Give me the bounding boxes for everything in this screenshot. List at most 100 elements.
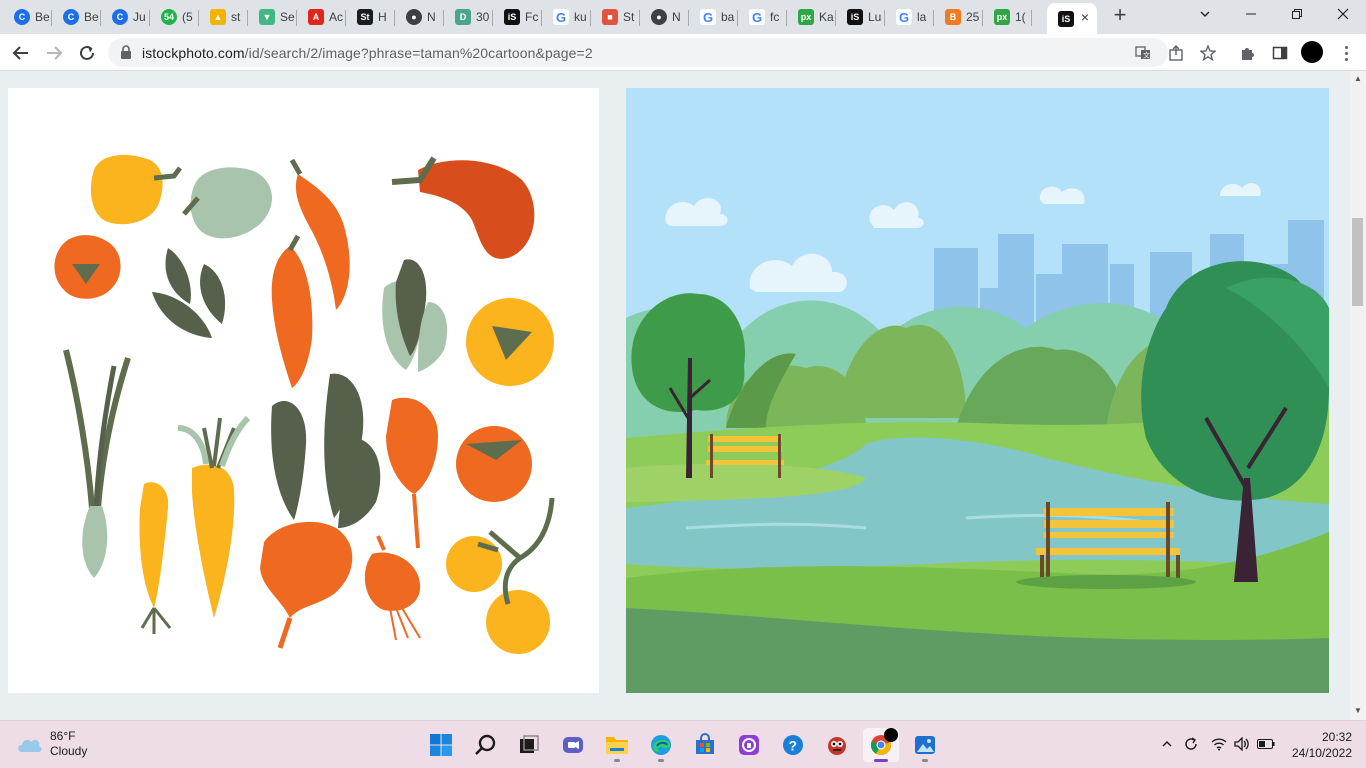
bookmark-star-button[interactable]	[1198, 43, 1218, 63]
pixabay-icon: px	[798, 9, 814, 25]
shutterstock-icon: St	[357, 9, 373, 25]
tab-8[interactable]: ● N	[395, 3, 444, 31]
tab-title: Ac	[329, 10, 344, 24]
canva-icon: C	[63, 9, 79, 25]
vegetables-image	[54, 154, 555, 654]
weather-widget[interactable]: 86°F Cloudy	[16, 729, 87, 759]
forward-button[interactable]	[42, 41, 66, 65]
tab-title: Se	[280, 10, 295, 24]
taskbar-photos[interactable]	[907, 728, 943, 762]
vertical-scrollbar[interactable]	[1350, 71, 1366, 720]
scroll-down-icon[interactable]: ▼	[1353, 706, 1363, 716]
vue-icon: ▼	[259, 9, 275, 25]
share-button[interactable]	[1166, 43, 1186, 63]
side-panel-icon	[1272, 46, 1288, 60]
close-tab-icon[interactable]: ×	[1081, 9, 1089, 25]
url-text[interactable]: istockphoto.com/id/search/2/image?phrase…	[142, 45, 593, 61]
address-bar[interactable]: istockphoto.com/id/search/2/image?phrase…	[108, 38, 1168, 67]
tab-4[interactable]: ▲ st	[199, 3, 248, 31]
tab-title: ku	[574, 10, 587, 24]
profile-avatar[interactable]	[1301, 41, 1323, 63]
minimize-button[interactable]	[1228, 0, 1274, 30]
park-image	[626, 88, 1329, 693]
tab-1[interactable]: C Be	[52, 3, 101, 31]
tab-20[interactable]: px 1(	[983, 3, 1032, 31]
tab-0[interactable]: C Be	[3, 3, 52, 31]
tab-10[interactable]: iS Fc	[493, 3, 542, 31]
google-drive-icon: ▲	[210, 9, 226, 25]
tab-title: Ka	[819, 10, 834, 24]
battery-tray-icon[interactable]	[1257, 735, 1275, 753]
task-view-button[interactable]	[511, 728, 547, 762]
tab-13[interactable]: ● N	[640, 3, 689, 31]
chevron-up-icon	[1162, 741, 1172, 747]
taskbar-search-button[interactable]	[467, 728, 503, 762]
tab-3[interactable]: 54 (5	[150, 3, 199, 31]
tab-title: fc	[770, 10, 780, 24]
show-hidden-icons[interactable]	[1158, 735, 1176, 753]
task-view-icon	[520, 735, 539, 753]
tab-17[interactable]: iS Lu	[836, 3, 885, 31]
tab-14[interactable]: Gba	[689, 3, 738, 31]
help-icon: ?	[783, 735, 803, 755]
speaker-icon	[1234, 737, 1249, 751]
github-icon: ●	[651, 9, 667, 25]
taskbar-app-purple[interactable]	[731, 728, 767, 762]
search-icon	[475, 734, 496, 755]
tab-19[interactable]: B 25	[934, 3, 983, 31]
back-button[interactable]	[9, 41, 33, 65]
taskbar-help[interactable]: ?	[775, 728, 811, 762]
tab-6[interactable]: A Ac	[297, 3, 346, 31]
start-button[interactable]	[423, 728, 459, 762]
taskbar-store[interactable]	[687, 728, 723, 762]
wifi-tray-icon[interactable]	[1210, 735, 1228, 753]
new-tab-button[interactable]: +	[1108, 4, 1132, 28]
tab-16[interactable]: px Ka	[787, 3, 836, 31]
taskbar-chrome[interactable]	[863, 728, 899, 762]
side-panel-button[interactable]	[1270, 43, 1290, 63]
menu-button[interactable]	[1336, 43, 1356, 63]
translate-button[interactable]: 文	[1134, 44, 1152, 62]
tab-active-istock[interactable]: iS ×	[1047, 3, 1097, 34]
volume-tray-icon[interactable]	[1233, 735, 1251, 753]
taskbar-file-explorer[interactable]	[599, 728, 635, 762]
google-icon: G	[749, 9, 765, 25]
tab-18[interactable]: Gla	[885, 3, 934, 31]
tab-5[interactable]: ▼ Se	[248, 3, 297, 31]
scroll-up-icon[interactable]: ▲	[1353, 74, 1363, 84]
store-icon	[696, 733, 714, 754]
translate-icon: 文	[1135, 46, 1150, 60]
wifi-icon	[1211, 738, 1227, 751]
tab-12[interactable]: ■ St	[591, 3, 640, 31]
tab-separator	[1031, 10, 1032, 26]
restore-icon	[1292, 9, 1302, 19]
taskbar-clock[interactable]: 20:32 24/10/2022	[1286, 729, 1352, 761]
dreamstime-icon: D	[455, 9, 471, 25]
restore-button[interactable]	[1274, 0, 1320, 30]
whatsapp-badge-icon: 54	[161, 9, 177, 25]
app-icon	[739, 735, 759, 755]
lock-icon[interactable]	[120, 45, 132, 59]
tab-title: N	[672, 10, 681, 24]
tab-11[interactable]: Gku	[542, 3, 591, 31]
tab-2[interactable]: C Ju	[101, 3, 150, 31]
taskbar-edge[interactable]	[643, 728, 679, 762]
taskbar-game[interactable]	[819, 728, 855, 762]
reload-button[interactable]	[75, 41, 99, 65]
taskbar-chat-button[interactable]	[555, 728, 591, 762]
vegetables-illustration[interactable]	[8, 88, 599, 693]
park-illustration[interactable]	[626, 88, 1329, 693]
scrollbar-thumb[interactable]	[1352, 218, 1363, 306]
close-window-button[interactable]	[1320, 0, 1366, 30]
tab-title: 25	[966, 10, 980, 24]
sync-tray-icon[interactable]	[1182, 735, 1200, 753]
battery-icon	[1257, 739, 1275, 749]
istock-icon: iS	[504, 9, 520, 25]
tab-search-button[interactable]	[1182, 0, 1228, 30]
extensions-button[interactable]	[1238, 43, 1258, 63]
tab-9[interactable]: D 30	[444, 3, 493, 31]
tab-7[interactable]: St H	[346, 3, 395, 31]
tab-15[interactable]: Gfc	[738, 3, 787, 31]
running-indicator	[922, 759, 928, 762]
svg-text:?: ?	[789, 738, 798, 754]
